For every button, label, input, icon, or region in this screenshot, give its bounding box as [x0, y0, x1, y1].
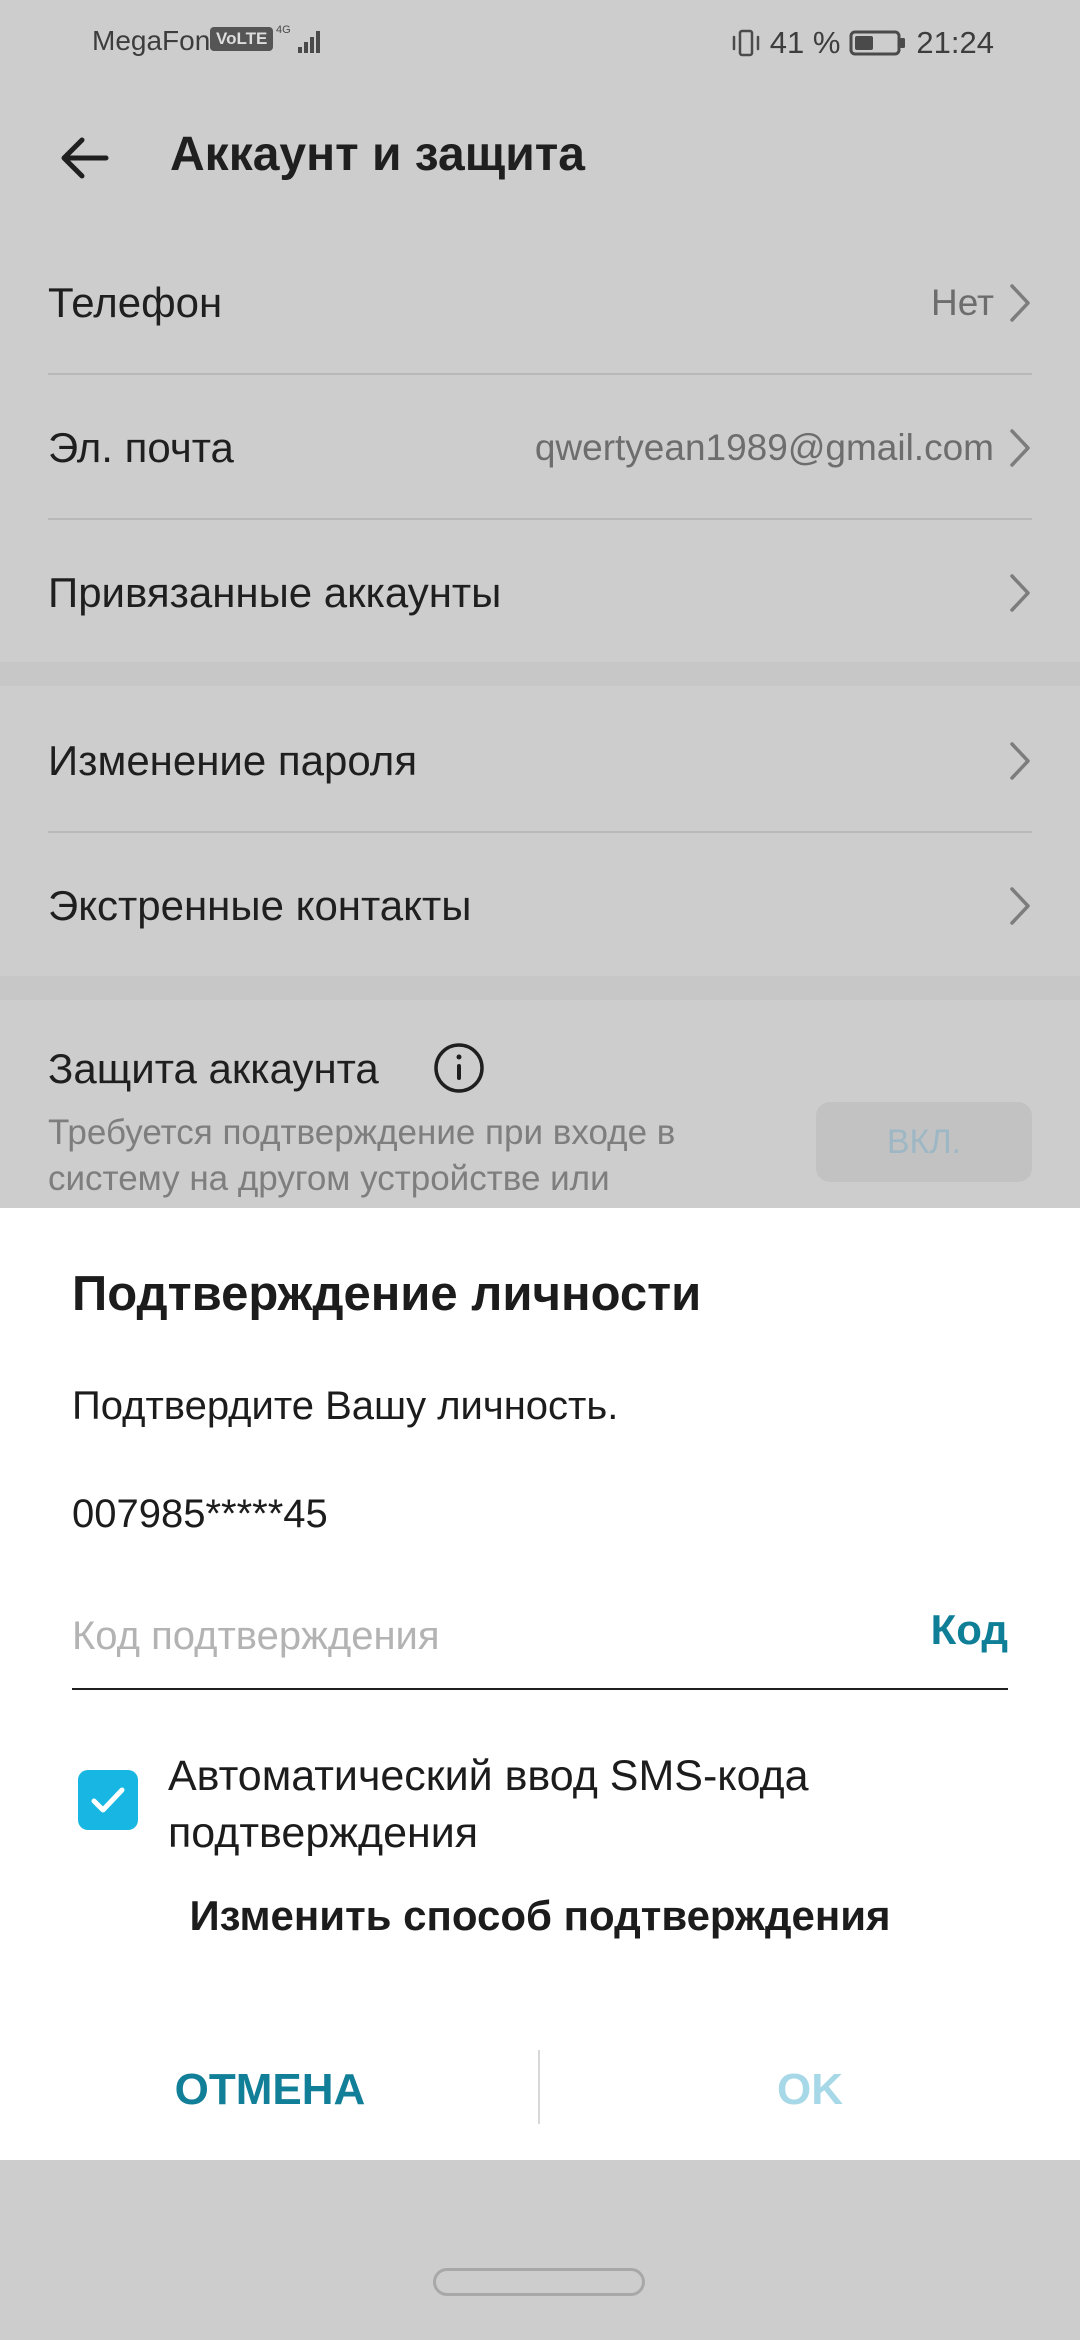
status-right: 41 % 21:24 — [731, 25, 994, 61]
clock: 21:24 — [916, 25, 994, 60]
status-bar: MegaFon VoLTE 4G 41 % 21:24 — [0, 0, 1080, 84]
enable-protection-button[interactable]: ВКЛ. — [816, 1102, 1032, 1182]
auto-sms-checkbox[interactable] — [78, 1770, 138, 1830]
linked-accounts-label: Привязанные аккаунты — [48, 568, 502, 616]
phone-setting-row[interactable]: Телефон Нет — [48, 230, 1032, 375]
masked-phone-number: 007985*****45 — [72, 1492, 328, 1536]
verification-code-input[interactable] — [72, 1606, 832, 1666]
dialog-message: Подтвердите Вашу личность. — [72, 1384, 619, 1428]
page-title: Аккаунт и защита — [170, 128, 585, 181]
chevron-right-icon — [1010, 573, 1030, 612]
chevron-right-icon — [1010, 283, 1030, 322]
back-arrow-icon[interactable] — [48, 122, 120, 194]
dialog-actions: ОТМЕНА OK — [0, 2040, 1080, 2156]
auto-sms-option[interactable]: Автоматический ввод SMS-кода подтвержден… — [78, 1748, 1008, 1868]
emergency-contacts-row[interactable]: Экстренные контакты — [48, 833, 1032, 978]
check-icon — [91, 1787, 125, 1813]
phone-setting-label: Телефон — [48, 278, 223, 326]
chevron-right-icon — [1010, 741, 1030, 780]
account-protection-description: Требуется подтверждение при входе в сист… — [48, 1113, 676, 1198]
carrier-label: MegaFon — [92, 25, 211, 56]
linked-accounts-row[interactable]: Привязанные аккаунты — [48, 520, 1032, 665]
battery-icon — [849, 30, 906, 56]
navigation-bar — [0, 2160, 1080, 2340]
change-verification-method-link[interactable]: Изменить способ подтверждения — [0, 1892, 1080, 1940]
email-setting-label: Эл. почта — [48, 423, 234, 471]
volte-badge: VoLTE — [210, 27, 274, 51]
email-setting-row[interactable]: Эл. почта qwertyean1989@gmail.com — [48, 375, 1032, 520]
cancel-button[interactable]: ОТМЕНА — [0, 2040, 540, 2140]
home-gesture-handle[interactable] — [433, 2268, 645, 2296]
info-icon[interactable] — [432, 1041, 486, 1095]
signal-icon: 4G — [276, 24, 320, 53]
network-type-label: 4G — [276, 24, 291, 36]
verification-code-field: Код — [72, 1598, 1008, 1690]
account-protection-title: Защита аккаунта — [48, 1045, 379, 1092]
change-password-label: Изменение пароля — [48, 736, 418, 784]
battery-percent: 41 % — [769, 25, 841, 60]
emergency-contacts-label: Экстренные контакты — [48, 881, 472, 929]
vibrate-icon — [732, 29, 759, 57]
get-code-button[interactable]: Код — [931, 1606, 1008, 1654]
app-bar: Аккаунт и защита — [0, 84, 1080, 230]
auto-sms-label: Автоматический ввод SMS-кода подтвержден… — [168, 1752, 809, 1857]
email-setting-value: qwertyean1989@gmail.com — [534, 426, 994, 468]
screen: MegaFon VoLTE 4G 41 % 21:24 Аккаунт и за… — [0, 0, 1080, 2340]
ok-button[interactable]: OK — [540, 2040, 1080, 2140]
phone-setting-value: Нет — [930, 281, 994, 323]
identity-verification-dialog: Подтверждение личности Подтвердите Вашу … — [0, 1208, 1080, 2160]
chevron-right-icon — [1010, 886, 1030, 925]
change-password-row[interactable]: Изменение пароля — [48, 688, 1032, 833]
chevron-right-icon — [1010, 428, 1030, 467]
dialog-title: Подтверждение личности — [72, 1267, 702, 1321]
